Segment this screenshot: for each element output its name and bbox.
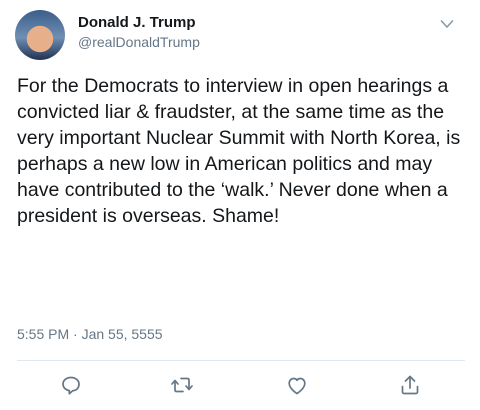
share-button[interactable] — [398, 373, 422, 397]
divider — [17, 360, 465, 361]
like-button[interactable] — [285, 373, 309, 397]
speech-bubble-icon — [62, 376, 80, 395]
reply-button[interactable] — [59, 373, 83, 397]
chevron-down-icon[interactable] — [440, 16, 454, 28]
heart-outline-icon — [288, 377, 306, 395]
retweet-arrows-icon — [171, 377, 193, 393]
tweet-text: For the Democrats to interview in open h… — [17, 75, 461, 227]
retweet-button[interactable] — [170, 373, 194, 397]
share-upload-icon — [401, 375, 419, 395]
author-handle[interactable]: @realDonaldTrump — [78, 34, 200, 50]
tweet-card: Donald J. Trump @realDonaldTrump For the… — [0, 0, 480, 410]
author-display-name[interactable]: Donald J. Trump — [78, 14, 196, 31]
avatar[interactable] — [15, 10, 65, 60]
tweet-timestamp[interactable]: 5:55 PM · Jan 55, 5555 — [17, 326, 163, 342]
